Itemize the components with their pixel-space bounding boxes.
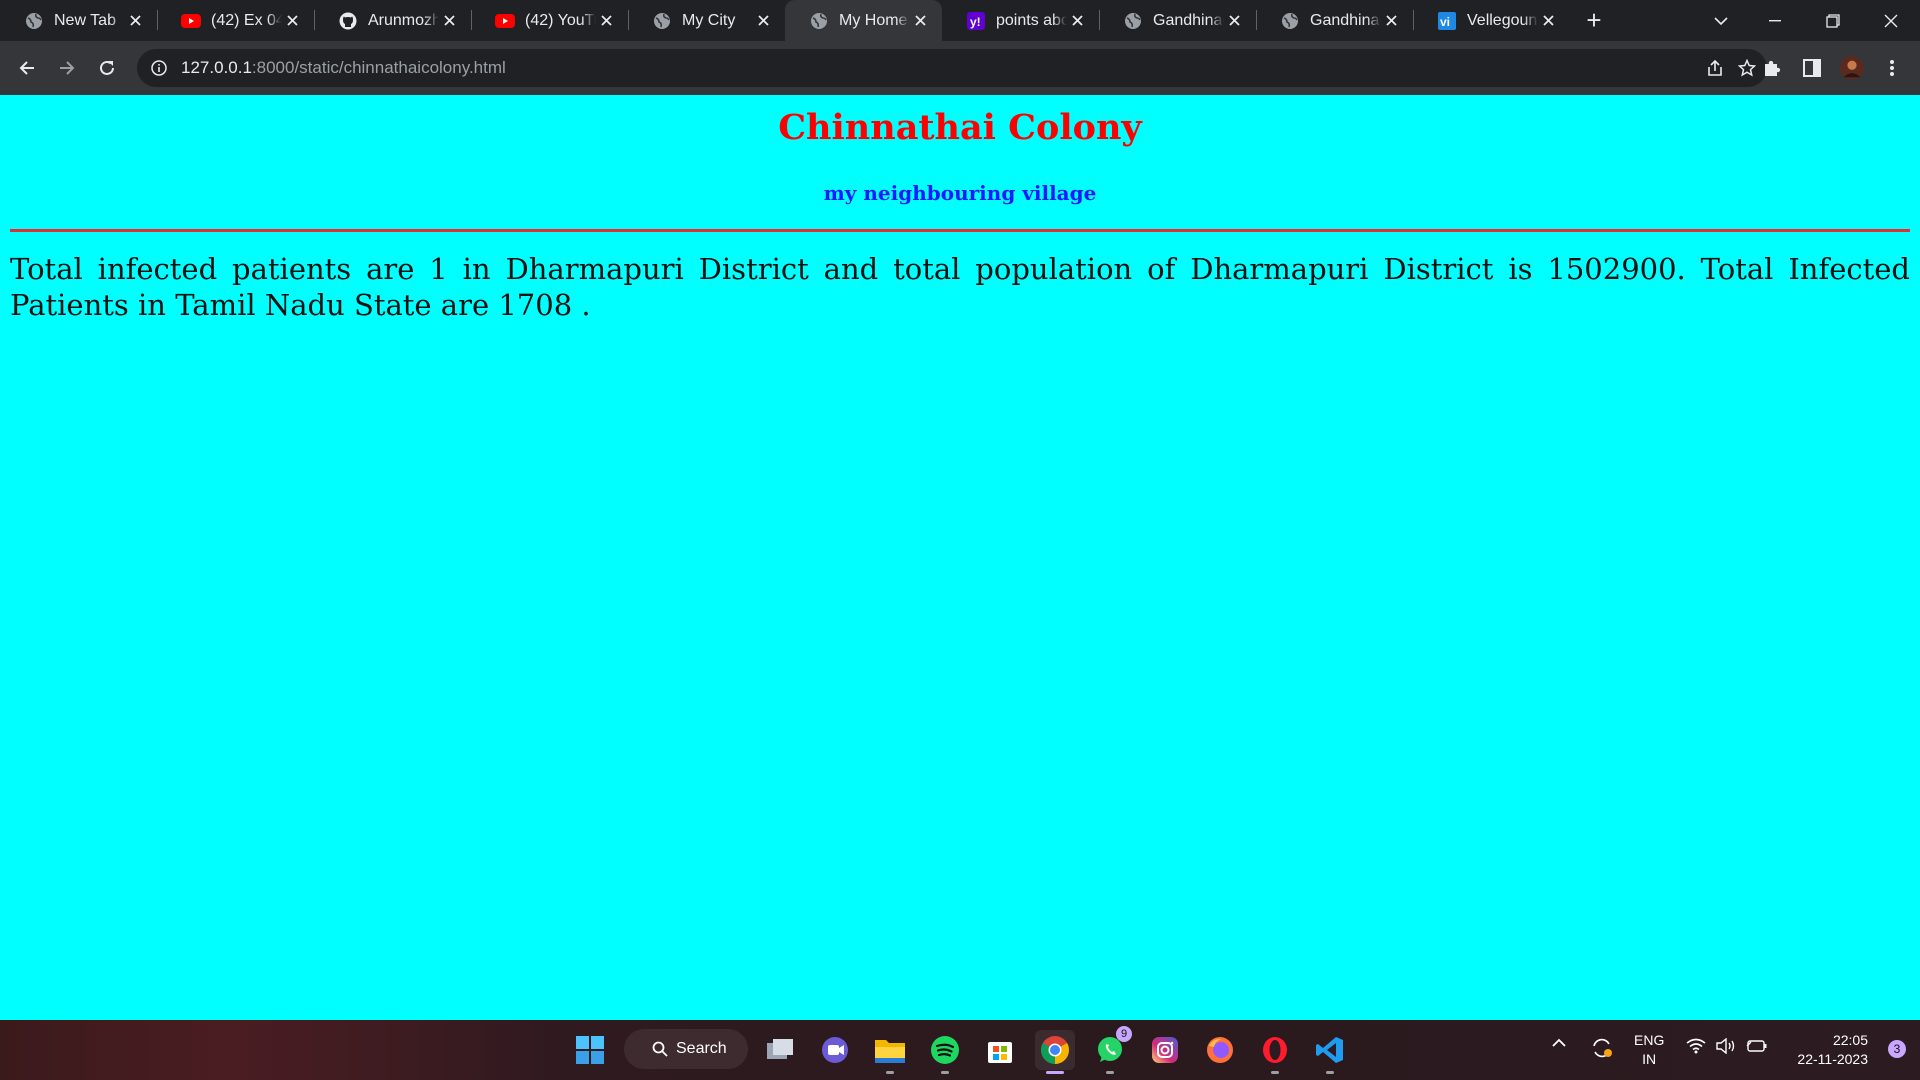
minimize-icon[interactable] (1746, 0, 1804, 41)
svg-text:y!: y! (970, 15, 981, 29)
browser-tab[interactable]: (42) Ex 04 | (157, 0, 314, 41)
restore-icon[interactable] (1804, 0, 1862, 41)
infection-paragraph: Total infected patients are 1 in Dharmap… (10, 252, 1910, 322)
tab-title: (42) Ex 04 | (211, 11, 282, 29)
globe-icon (652, 11, 672, 31)
vikidia-icon: vi (1437, 11, 1457, 31)
tab-search-chevron-icon[interactable] (1696, 0, 1746, 41)
kebab-menu-icon[interactable] (1880, 56, 1904, 80)
forward-arrow-icon[interactable] (49, 50, 85, 86)
yahoo-icon: y! (966, 11, 986, 31)
search-icon (652, 1041, 668, 1057)
chrome-icon[interactable] (1035, 1030, 1075, 1074)
browser-tab[interactable]: My Home (785, 0, 942, 41)
start-windows-icon[interactable] (570, 1030, 610, 1070)
close-window-icon[interactable] (1862, 0, 1920, 41)
volume-icon[interactable] (1716, 1038, 1736, 1054)
tab-close-icon[interactable] (282, 10, 302, 31)
globe-icon (24, 11, 44, 31)
clock-date: 22-11-2023 (1797, 1051, 1868, 1067)
tab-close-icon[interactable] (1224, 10, 1244, 31)
globe-icon (809, 11, 829, 31)
battery-icon[interactable] (1746, 1038, 1768, 1054)
globe-icon (1123, 11, 1143, 31)
vscode-icon[interactable] (1310, 1030, 1350, 1074)
opera-icon[interactable] (1255, 1030, 1295, 1074)
tab-title: My Home (839, 11, 908, 29)
microsoft-store-icon[interactable] (980, 1030, 1020, 1070)
youtube-icon (181, 11, 201, 31)
reload-icon[interactable] (89, 50, 125, 86)
tab-list: New Tab (42) Ex 04 | Arunmozhi (42) YouTube… (0, 0, 1570, 41)
profile-avatar[interactable] (1840, 56, 1864, 80)
tab-close-icon[interactable] (753, 10, 773, 31)
tab-title: Vellegoun (1467, 11, 1538, 29)
tab-close-icon[interactable] (1538, 10, 1558, 31)
firefox-icon[interactable] (1200, 1030, 1240, 1070)
browser-tab[interactable]: Arunmozhi (314, 0, 471, 41)
browser-tab[interactable]: y! points abo (942, 0, 1099, 41)
input-language[interactable]: ENG IN (1634, 1031, 1664, 1069)
whatsapp-badge: 9 (1116, 1026, 1132, 1042)
tab-close-icon[interactable] (125, 10, 145, 31)
page-subtitle: my neighbouring village (823, 181, 1097, 205)
instagram-icon[interactable] (1145, 1030, 1185, 1070)
address-bar[interactable]: 127.0.0.1:8000/static/chinnathaicolony.h… (137, 49, 1767, 87)
tab-title: (42) YouTube (525, 11, 596, 29)
browser-toolbar: 127.0.0.1:8000/static/chinnathaicolony.h… (0, 41, 1920, 95)
tab-title: Arunmozhi (368, 11, 439, 29)
sync-update-icon[interactable] (1590, 1036, 1614, 1060)
tab-title: Gandhinag (1153, 11, 1224, 29)
browser-tab[interactable]: (42) YouTube (471, 0, 628, 41)
side-panel-icon[interactable] (1800, 56, 1824, 80)
extensions-puzzle-icon[interactable] (1760, 56, 1784, 80)
wifi-icon[interactable] (1686, 1038, 1706, 1054)
tab-strip: New Tab (42) Ex 04 | Arunmozhi (42) YouTube… (0, 0, 1920, 41)
tab-close-icon[interactable] (1381, 10, 1401, 31)
tab-close-icon[interactable] (596, 10, 616, 31)
page-title: Chinnathai Colony (778, 107, 1142, 148)
bookmark-star-icon[interactable] (1737, 58, 1757, 78)
tab-title: New Tab (54, 11, 116, 29)
new-tab-button[interactable]: + (1574, 0, 1614, 41)
search-label: Search (676, 1040, 727, 1057)
spotify-icon[interactable] (925, 1030, 965, 1074)
language-code: ENG (1634, 1032, 1665, 1048)
tab-close-icon[interactable] (439, 10, 459, 31)
url-host: 127.0.0.1 (181, 58, 252, 77)
show-hidden-icons-chevron-icon[interactable] (1552, 1038, 1566, 1048)
horizontal-rule (10, 229, 1910, 232)
task-view-icon[interactable] (760, 1030, 800, 1070)
whatsapp-icon[interactable]: 9 (1090, 1026, 1132, 1074)
browser-tab[interactable]: Gandhinag (1099, 0, 1256, 41)
tab-title: My City (682, 11, 736, 29)
teams-chat-icon[interactable] (815, 1030, 855, 1070)
back-arrow-icon[interactable] (9, 50, 45, 86)
youtube-icon (495, 11, 515, 31)
clock-time: 22:05 (1832, 1032, 1868, 1048)
window-controls (1746, 0, 1920, 41)
browser-tab[interactable]: New Tab (0, 0, 157, 41)
browser-tab[interactable]: vi Vellegoun (1413, 0, 1570, 41)
url-text[interactable]: 127.0.0.1:8000/static/chinnathaicolony.h… (181, 58, 506, 78)
taskbar-search-button[interactable]: Search (624, 1029, 748, 1069)
browser-tab[interactable]: Gandhinag (1256, 0, 1413, 41)
file-explorer-icon[interactable] (870, 1030, 910, 1074)
globe-icon (1280, 11, 1300, 31)
tab-close-icon[interactable] (910, 10, 930, 31)
site-info-icon[interactable] (149, 58, 169, 78)
svg-text:vi: vi (1440, 15, 1450, 29)
browser-tab[interactable]: My City (628, 0, 785, 41)
tab-title: points abo (996, 11, 1067, 29)
region-code: IN (1642, 1051, 1657, 1067)
tab-title: Gandhinag (1310, 11, 1381, 29)
url-path: :8000/static/chinnathaicolony.html (251, 58, 506, 77)
page-content: Chinnathai Colony my neighbouring villag… (0, 95, 1920, 1020)
taskbar: Search 9 ENG IN 22:05 22-11-2023 3 (0, 1020, 1920, 1080)
github-icon (338, 11, 358, 31)
notification-count-badge[interactable]: 3 (1888, 1040, 1906, 1058)
tab-close-icon[interactable] (1067, 10, 1087, 31)
system-clock[interactable]: 22:05 22-11-2023 (1797, 1031, 1868, 1069)
share-icon[interactable] (1705, 58, 1725, 78)
